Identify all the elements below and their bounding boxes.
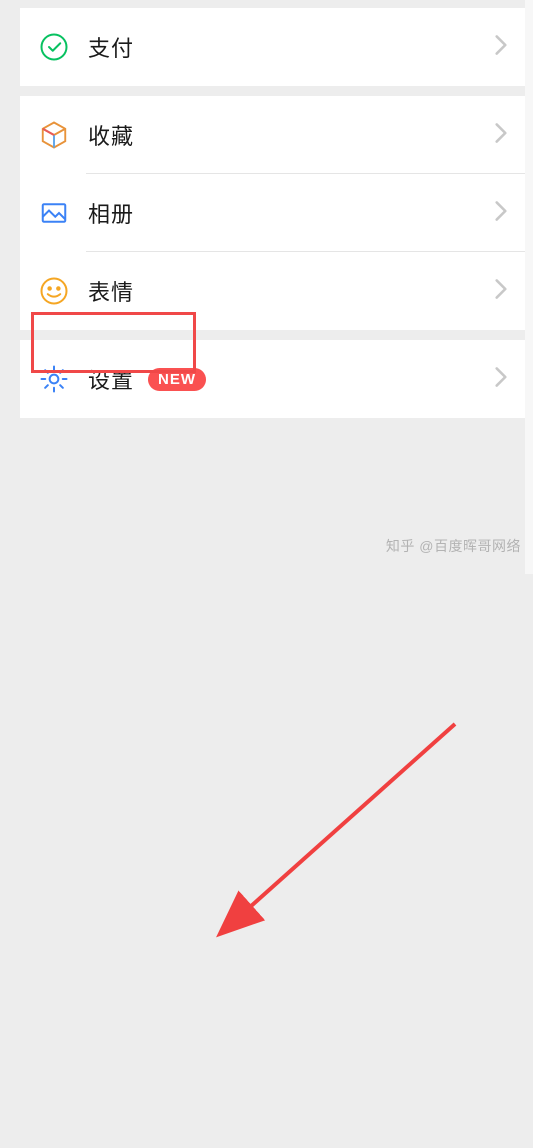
menu-item-settings[interactable]: 设置 NEW	[20, 340, 525, 418]
menu-item-label: 支付	[88, 31, 134, 63]
menu-section: 收藏 相册	[20, 96, 525, 330]
watermark-text: 知乎 @百度晖哥网络	[386, 536, 521, 556]
gear-icon	[38, 363, 70, 395]
new-badge: NEW	[148, 368, 206, 391]
menu-item-label: 收藏	[88, 119, 134, 151]
pay-icon	[38, 31, 70, 63]
menu-item-label: 相册	[88, 197, 134, 229]
menu-item-pay[interactable]: 支付	[20, 8, 525, 86]
photo-icon	[38, 197, 70, 229]
chevron-right-icon	[495, 35, 507, 60]
settings-menu-container: 支付 收藏	[0, 0, 525, 628]
menu-item-label: 表情	[88, 275, 134, 307]
chevron-right-icon	[495, 123, 507, 148]
annotation-arrow	[0, 628, 533, 1148]
menu-section: 设置 NEW	[20, 340, 525, 418]
chevron-right-icon	[495, 279, 507, 304]
menu-item-favorites[interactable]: 收藏	[20, 96, 525, 174]
menu-item-emoji[interactable]: 表情	[20, 252, 525, 330]
chevron-right-icon	[495, 367, 507, 392]
empty-space	[20, 428, 525, 628]
right-edge-strip	[525, 0, 533, 574]
menu-item-label: 设置	[88, 363, 134, 395]
cube-icon	[38, 119, 70, 151]
smile-icon	[38, 275, 70, 307]
menu-section: 支付	[20, 8, 525, 86]
menu-item-album[interactable]: 相册	[20, 174, 525, 252]
chevron-right-icon	[495, 201, 507, 226]
